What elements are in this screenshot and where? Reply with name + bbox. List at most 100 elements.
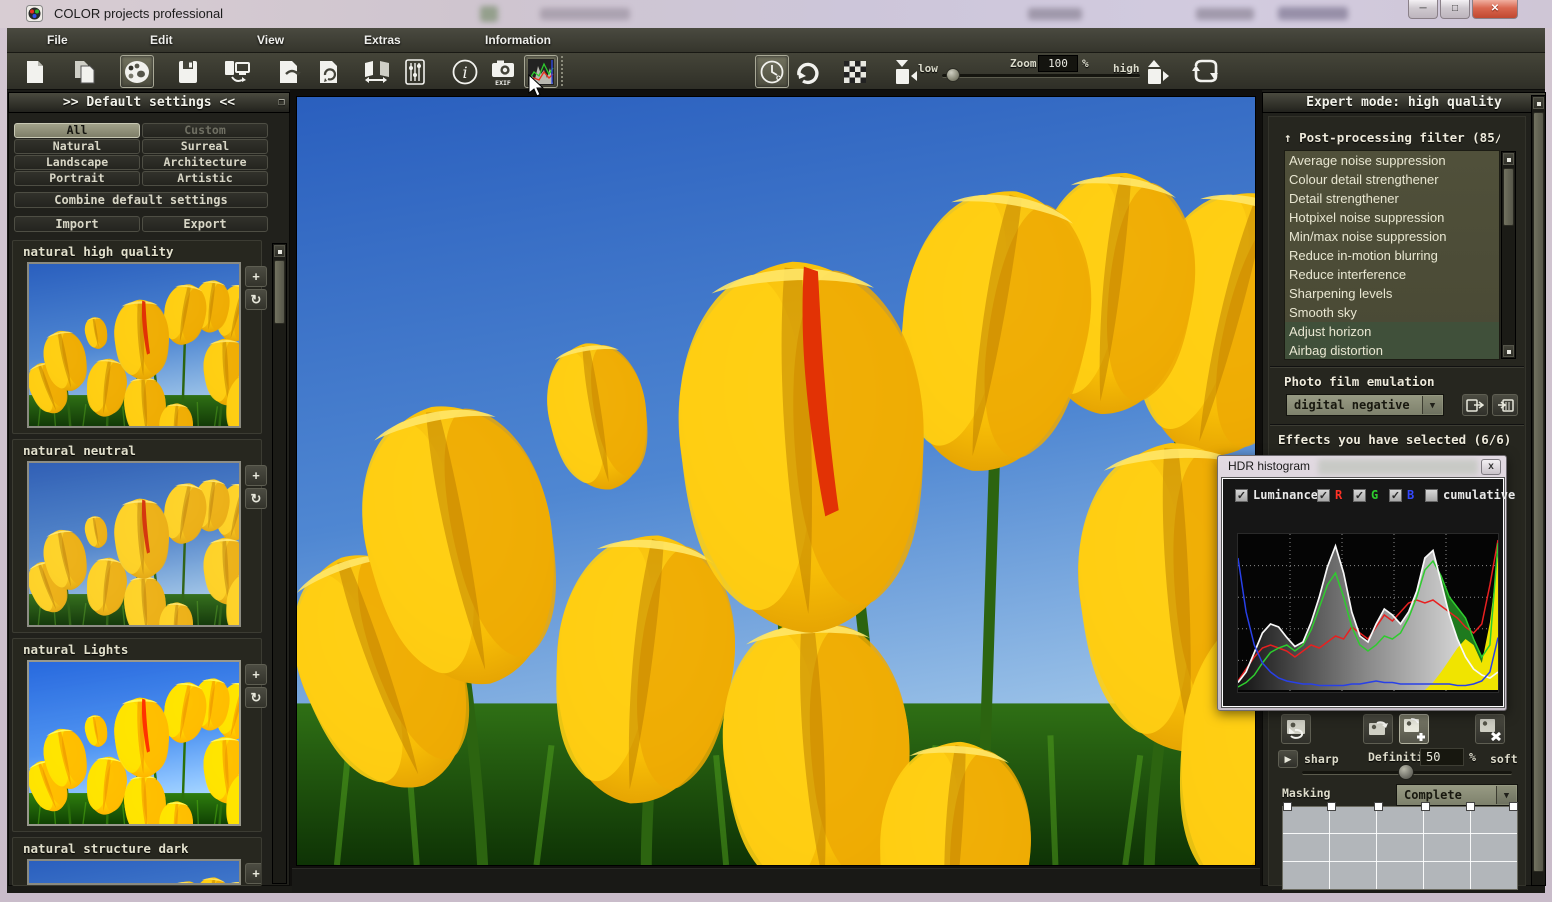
expert-panel-scrollbar[interactable] xyxy=(1531,95,1546,886)
mask-handle[interactable] xyxy=(1327,802,1336,811)
filter-item[interactable]: Reduce in-motion blurring xyxy=(1285,246,1499,265)
reset-effects-button[interactable] xyxy=(1281,714,1311,744)
delete-effect-button[interactable] xyxy=(1475,714,1505,744)
refresh-preset-button[interactable]: ↻ xyxy=(245,687,267,708)
preset-natural-neutral[interactable]: natural neutral + ↻ xyxy=(12,439,262,633)
category-architecture[interactable]: Architecture xyxy=(142,155,268,170)
category-portrait[interactable]: Portrait xyxy=(14,171,140,186)
close-button[interactable]: ✕ xyxy=(1472,0,1518,19)
hdr-close-button[interactable]: x xyxy=(1481,459,1501,475)
film-preset-load-button[interactable] xyxy=(1492,394,1518,416)
undock-panel-icon[interactable]: ❐ xyxy=(278,96,285,107)
save-button[interactable] xyxy=(171,55,205,88)
preset-natural-lights[interactable]: natural Lights + ↻ xyxy=(12,638,262,832)
filter-item[interactable]: Colour detail strengthener xyxy=(1285,170,1499,189)
category-all[interactable]: All xyxy=(14,123,140,138)
zoom-input[interactable]: 100 xyxy=(1038,55,1078,72)
main-photo-tulips[interactable] xyxy=(296,96,1256,866)
preset-thumbnail[interactable] xyxy=(27,262,241,428)
mask-handle[interactable] xyxy=(1421,802,1430,811)
masking-curve-grid[interactable] xyxy=(1282,806,1518,890)
scroll-up-button[interactable] xyxy=(274,245,285,257)
collapse-sharpness-button[interactable]: ▶ xyxy=(1278,750,1298,768)
header-left-arrows[interactable]: >> xyxy=(63,95,79,110)
preview-quality-slider[interactable] xyxy=(942,74,1140,78)
filter-item[interactable]: Detail strengthener xyxy=(1285,189,1499,208)
expert-mode-header[interactable]: Expert mode: high quality ❐ xyxy=(1262,92,1546,113)
category-landscape[interactable]: Landscape xyxy=(14,155,140,170)
luminance-checkbox[interactable]: ✓ xyxy=(1235,489,1248,502)
refresh-preset-button[interactable]: ↻ xyxy=(245,289,267,310)
add-effect-button[interactable] xyxy=(1399,714,1429,744)
cumulative-checkbox[interactable] xyxy=(1425,489,1438,502)
redo-button[interactable] xyxy=(790,55,824,88)
film-preset-save-button[interactable] xyxy=(1462,394,1488,416)
film-emulation-dropdown[interactable]: digital negative ▼ xyxy=(1286,394,1444,416)
copy-image-button[interactable] xyxy=(68,55,102,88)
adjustments-button[interactable] xyxy=(398,55,432,88)
filter-item[interactable]: Reduce interference xyxy=(1285,265,1499,284)
category-surreal[interactable]: Surreal xyxy=(142,139,268,154)
category-custom[interactable]: Custom xyxy=(142,123,268,138)
add-preset-button[interactable]: + xyxy=(245,664,267,685)
preset-thumbnail[interactable] xyxy=(27,461,241,627)
preset-thumbnail[interactable] xyxy=(27,859,241,885)
preset-natural-structure-dark[interactable]: natural structure dark + xyxy=(12,837,262,886)
titlebar[interactable]: COLOR projects professional ─ □ ✕ xyxy=(0,0,1552,28)
checkerboard-button[interactable] xyxy=(838,55,872,88)
preview-quality-high-button[interactable] xyxy=(1140,55,1174,88)
filter-list[interactable]: Average noise suppression Colour detail … xyxy=(1284,150,1500,360)
preview-quality-low-button[interactable] xyxy=(888,55,922,88)
masking-dropdown[interactable]: Complete ▼ xyxy=(1396,784,1518,806)
definition-slider-knob[interactable] xyxy=(1398,764,1414,780)
add-preset-button[interactable]: + xyxy=(245,863,262,884)
preset-thumbnail[interactable] xyxy=(27,660,241,826)
menu-information[interactable]: Information xyxy=(485,33,551,47)
mask-handle[interactable] xyxy=(1509,802,1518,811)
chevron-down-icon[interactable]: ▼ xyxy=(1422,396,1442,414)
reload-image-button[interactable] xyxy=(313,55,347,88)
filter-list-scrollbar[interactable] xyxy=(1501,151,1516,359)
filter-item[interactable]: Average noise suppression xyxy=(1285,151,1499,170)
scroll-up-button[interactable] xyxy=(1533,97,1544,109)
filter-item[interactable]: Hotpixel noise suppression xyxy=(1285,208,1499,227)
preset-natural-high-quality[interactable]: natural high quality + ↻ xyxy=(12,240,262,434)
filter-item[interactable]: Adjust horizon xyxy=(1285,322,1499,341)
mask-handle[interactable] xyxy=(1466,802,1475,811)
menu-file[interactable]: File xyxy=(47,33,68,47)
combine-default-settings-button[interactable]: Combine default settings xyxy=(14,192,268,208)
export-image-button[interactable] xyxy=(273,55,307,88)
scroll-down-button[interactable] xyxy=(1503,345,1514,357)
blue-channel-checkbox[interactable]: ✓ xyxy=(1389,489,1402,502)
mask-handle[interactable] xyxy=(1283,802,1292,811)
up-arrow-icon[interactable]: ↑ xyxy=(1284,130,1292,145)
export-button[interactable]: Export xyxy=(142,216,268,232)
menu-edit[interactable]: Edit xyxy=(150,33,173,47)
red-channel-checkbox[interactable]: ✓ xyxy=(1317,489,1330,502)
definition-input[interactable]: 50 xyxy=(1420,748,1464,766)
header-right-arrows[interactable]: << xyxy=(219,95,235,110)
rotate-image-button[interactable] xyxy=(1188,55,1222,88)
menu-extras[interactable]: Extras xyxy=(364,33,401,47)
filter-item[interactable]: Smooth sky xyxy=(1285,303,1499,322)
category-artistic[interactable]: Artistic xyxy=(142,171,268,186)
scrollbar-thumb[interactable] xyxy=(1533,112,1544,872)
exif-button[interactable]: EXIF xyxy=(486,55,520,88)
scrollbar-thumb[interactable] xyxy=(274,260,285,324)
filter-item[interactable]: Airbag distortion xyxy=(1285,341,1499,360)
default-settings-header[interactable]: >> Default settings << ❐ xyxy=(8,92,290,113)
minimize-button[interactable]: ─ xyxy=(1408,0,1438,19)
preset-list-scrollbar[interactable] xyxy=(272,243,287,884)
add-preset-button[interactable]: + xyxy=(245,266,267,287)
transfer-to-device-button[interactable] xyxy=(220,55,254,88)
add-preset-button[interactable]: + xyxy=(245,465,267,486)
open-image-button[interactable] xyxy=(18,55,52,88)
filter-item[interactable]: Sharpening levels xyxy=(1285,284,1499,303)
scroll-up-button[interactable] xyxy=(1503,153,1514,165)
green-channel-checkbox[interactable]: ✓ xyxy=(1353,489,1366,502)
auto-timer-button[interactable]: c xyxy=(755,55,789,88)
redo-effect-button[interactable] xyxy=(1363,714,1393,744)
menu-view[interactable]: View xyxy=(257,33,284,47)
mask-handle[interactable] xyxy=(1374,802,1383,811)
color-palette-button[interactable] xyxy=(120,55,154,88)
